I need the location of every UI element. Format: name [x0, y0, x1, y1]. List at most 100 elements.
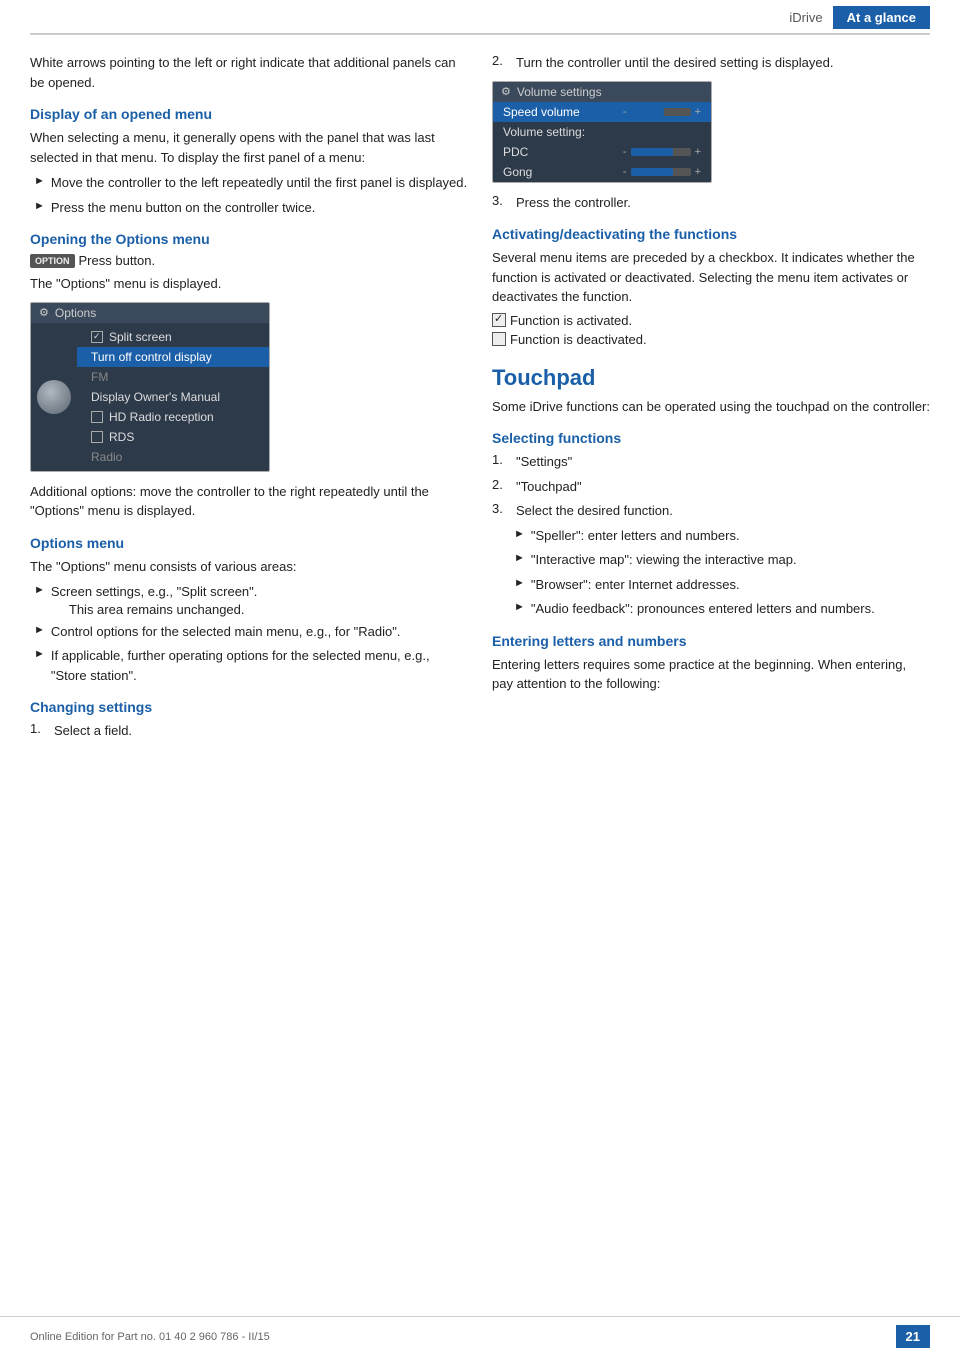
bullet-item: ► "Browser": enter Internet addresses. [510, 575, 930, 595]
knob-area [31, 323, 77, 471]
step-number: 2. [492, 477, 508, 492]
opening-options-heading: Opening the Options menu [30, 231, 468, 247]
activated-label: Function is activated. [510, 313, 632, 328]
selecting-step3: Select the desired function. [516, 501, 673, 521]
page-header: iDrive At a glance [30, 0, 930, 35]
bullet-arrow-icon: ► [34, 584, 45, 596]
main-content: White arrows pointing to the left or rig… [0, 35, 960, 776]
options-displayed-text: The "Options" menu is displayed. [30, 274, 468, 294]
bullet4-text: "Audio feedback": pronounces entered let… [531, 599, 875, 619]
step-number: 1. [492, 452, 508, 467]
numbered-item: 3. Press the controller. [492, 193, 930, 213]
deactivated-row: Function is deactivated. [492, 332, 930, 347]
deactivated-label: Function is deactivated. [510, 332, 647, 347]
list-item: Split screen [77, 327, 269, 347]
list-item: Radio [77, 447, 269, 467]
bullet-arrow-icon: ► [514, 528, 525, 540]
volume-item: Gong - + [493, 162, 711, 182]
list-item: FM [77, 367, 269, 387]
activated-row: Function is activated. [492, 313, 930, 328]
bullet1-text: "Speller": enter letters and numbers. [531, 526, 740, 546]
list-item: RDS [77, 427, 269, 447]
step2-text: Turn the controller until the desired se… [516, 53, 833, 73]
page-number: 21 [896, 1325, 930, 1348]
footer-online-text: Online Edition for Part no. 01 40 2 960 … [30, 1331, 270, 1343]
bullet1-sub-text: This area remains unchanged. [69, 602, 245, 617]
step-number: 2. [492, 53, 508, 68]
checkbox-icon [91, 431, 103, 443]
options-title: Options [55, 306, 96, 320]
changing-settings-heading: Changing settings [30, 699, 468, 715]
numbered-item: 2. Turn the controller until the desired… [492, 53, 930, 73]
options-menu-para1: The "Options" menu consists of various a… [30, 557, 468, 577]
bullet-arrow-icon: ► [514, 601, 525, 613]
bullet-item: ► If applicable, further operating optio… [30, 646, 468, 685]
step-number: 1. [30, 721, 46, 736]
display-menu-heading: Display of an opened menu [30, 106, 468, 122]
option-button-image: OPTION [30, 254, 75, 268]
bullet2-text: Press the menu button on the controller … [51, 198, 315, 218]
bullet-arrow-icon: ► [34, 175, 45, 187]
entering-para1: Entering letters requires some practice … [492, 655, 930, 694]
checkbox-icon [91, 411, 103, 423]
bullet-arrow-icon: ► [34, 648, 45, 660]
step3-text: Press the controller. [516, 193, 631, 213]
bullet-item: ► Control options for the selected main … [30, 622, 468, 642]
step-number: 3. [492, 501, 508, 516]
header-ataglance-label: At a glance [833, 6, 930, 29]
step1-text: Select a field. [54, 721, 132, 741]
left-column: White arrows pointing to the left or rig… [30, 53, 468, 746]
options-title-bar: ⚙ Options [31, 303, 269, 323]
bullet-item: ► "Audio feedback": pronounces entered l… [510, 599, 930, 619]
options-menu-list: Split screen Turn off control display FM… [77, 323, 269, 471]
press-btn-label: Press button. [79, 253, 156, 268]
bullet-item: ► Move the controller to the left repeat… [30, 173, 468, 193]
bullet3-text: If applicable, further operating options… [51, 646, 468, 685]
numbered-item: 2. "Touchpad" [492, 477, 930, 497]
controller-knob [37, 380, 71, 414]
bullet-item: ► "Interactive map": viewing the interac… [510, 550, 930, 570]
options-image-wrapper: Split screen Turn off control display FM… [31, 323, 269, 471]
additional-options-text: Additional options: move the controller … [30, 482, 468, 521]
list-item: Turn off control display [77, 347, 269, 367]
volume-title-bar: ⚙ Volume settings [493, 82, 711, 102]
volume-bar: - + [623, 146, 701, 158]
page-footer: Online Edition for Part no. 01 40 2 960 … [0, 1316, 960, 1348]
numbered-item: 3. Select the desired function. [492, 501, 930, 521]
bullet-item: ► Screen settings, e.g., "Split screen".… [30, 582, 468, 617]
touchpad-para1: Some iDrive functions can be operated us… [492, 397, 930, 417]
bullet1-text: Move the controller to the left repeated… [51, 173, 467, 193]
bullet-item: ► Press the menu button on the controlle… [30, 198, 468, 218]
selecting-step2: "Touchpad" [516, 477, 582, 497]
touchpad-heading: Touchpad [492, 365, 930, 391]
right-column: 2. Turn the controller until the desired… [492, 53, 930, 746]
checkbox-activated-icon [492, 313, 506, 327]
bullet-arrow-icon: ► [34, 200, 45, 212]
list-item: HD Radio reception [77, 407, 269, 427]
selecting-step1: "Settings" [516, 452, 572, 472]
display-menu-para1: When selecting a menu, it generally open… [30, 128, 468, 167]
bullet1-sub: This area remains unchanged. [51, 602, 258, 617]
options-screen-image: ⚙ Options Split screen Turn off control … [30, 302, 270, 472]
bullet-arrow-icon: ► [34, 624, 45, 636]
header-idrive-label: iDrive [779, 6, 832, 29]
bullet-item: ► "Speller": enter letters and numbers. [510, 526, 930, 546]
list-item: Display Owner's Manual [77, 387, 269, 407]
step-number: 3. [492, 193, 508, 208]
volume-item: Speed volume - + [493, 102, 711, 122]
bullet-arrow-icon: ► [514, 577, 525, 589]
bullet3-text: "Browser": enter Internet addresses. [531, 575, 740, 595]
activating-heading: Activating/deactivating the functions [492, 226, 930, 242]
numbered-item: 1. "Settings" [492, 452, 930, 472]
bullet1-text: Screen settings, e.g., "Split screen". [51, 584, 258, 599]
intro-text: White arrows pointing to the left or rig… [30, 53, 468, 92]
numbered-item: 1. Select a field. [30, 721, 468, 741]
entering-heading: Entering letters and numbers [492, 633, 930, 649]
bullet-arrow-icon: ► [514, 552, 525, 564]
volume-bar: - + [623, 166, 701, 178]
bullet2-text: "Interactive map": viewing the interacti… [531, 550, 797, 570]
option-btn-row: OPTION Press button. [30, 253, 468, 268]
volume-item: PDC - + [493, 142, 711, 162]
volume-title: Volume settings [517, 85, 602, 99]
volume-item: Volume setting: [493, 122, 711, 142]
